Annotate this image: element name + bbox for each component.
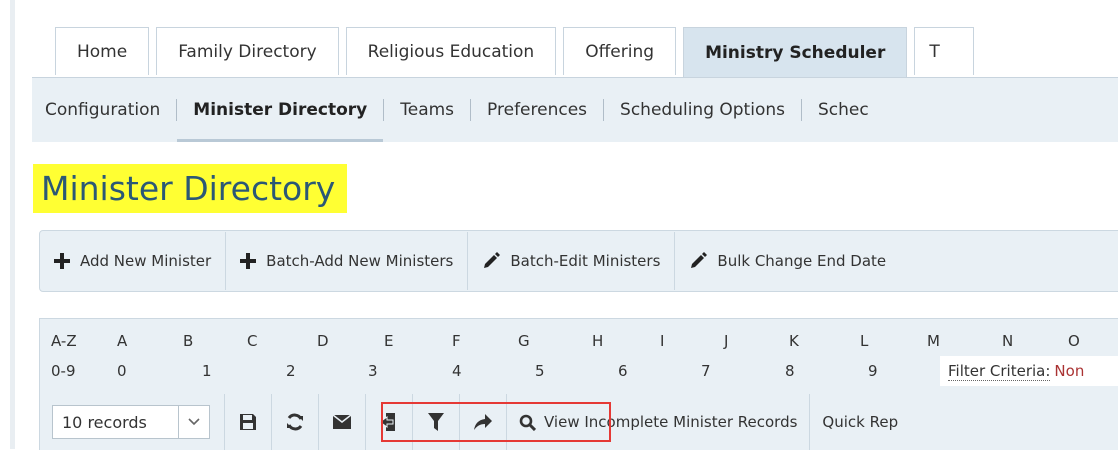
filter-criteria-label: Filter Criteria: (948, 361, 1051, 381)
plus-icon (240, 253, 257, 269)
sub-navigation: Configuration Minister Directory Teams P… (32, 77, 1118, 142)
tab-next-truncated[interactable]: T (914, 27, 975, 75)
alpha-filter-e[interactable]: E (384, 332, 393, 350)
alpha-filter-g[interactable]: G (518, 332, 530, 350)
tab-religious-education[interactable]: Religious Education (345, 27, 557, 75)
num-filter-2[interactable]: 2 (286, 362, 296, 380)
records-per-page-select[interactable]: 10 records (52, 405, 210, 439)
pencil-icon (691, 252, 708, 268)
filter-criteria: Filter Criteria: Non (940, 356, 1118, 386)
subnav-teams[interactable]: Teams (384, 78, 470, 142)
records-per-page-value: 10 records (62, 412, 147, 432)
num-filter-7[interactable]: 7 (701, 362, 711, 380)
num-filter-6[interactable]: 6 (618, 362, 628, 380)
save-icon (240, 414, 256, 430)
action-toolbar: Add New Minister Batch-Add New Ministers… (39, 230, 1118, 292)
alpha-filter-f[interactable]: F (452, 332, 461, 350)
quick-report-label: Quick Rep (822, 413, 899, 431)
tab-home[interactable]: Home (55, 27, 150, 75)
list-toolbar: 10 records View Incomplete Minister Reco… (40, 394, 1118, 450)
batch-edit-ministers-button[interactable]: Batch-Edit Ministers (468, 232, 676, 290)
quick-report-button[interactable]: Quick Rep (810, 394, 910, 450)
alpha-filter-d[interactable]: D (317, 332, 329, 350)
subnav-scheduling-options[interactable]: Scheduling Options (604, 78, 801, 142)
subnav-schedule-truncated[interactable]: Schec (802, 78, 885, 142)
alpha-filter-k[interactable]: K (789, 332, 799, 350)
batch-add-ministers-button[interactable]: Batch-Add New Ministers (226, 232, 469, 290)
alpha-filter-b[interactable]: B (183, 332, 193, 350)
envelope-icon (333, 415, 351, 429)
num-filter-0[interactable]: 0 (117, 362, 127, 380)
alpha-filter-m[interactable]: M (927, 332, 940, 350)
alpha-filter-a[interactable]: A (117, 332, 127, 350)
pencil-icon (484, 252, 501, 268)
bulk-change-label: Bulk Change End Date (717, 252, 887, 270)
add-new-minister-button[interactable]: Add New Minister (40, 232, 227, 290)
plus-icon (54, 253, 70, 269)
batch-edit-label: Batch-Edit Ministers (510, 252, 661, 270)
num-filter-9[interactable]: 9 (868, 362, 878, 380)
batch-add-label: Batch-Add New Ministers (266, 252, 454, 270)
refresh-button[interactable] (272, 394, 318, 450)
alpha-filter-o[interactable]: O (1068, 332, 1080, 350)
main-tabs: Home Family Directory Religious Educatio… (55, 27, 975, 78)
alpha-filter-h[interactable]: H (592, 332, 603, 350)
subnav-minister-directory[interactable]: Minister Directory (177, 78, 384, 142)
subnav-configuration[interactable]: Configuration (32, 78, 176, 142)
page-title: Minister Directory (33, 164, 348, 213)
num-filter-5[interactable]: 5 (535, 362, 545, 380)
alpha-filter-row: A-Z A B C D E F G H I J K L M N O (40, 326, 1118, 356)
add-new-minister-label: Add New Minister (80, 252, 212, 270)
num-filter-0-9[interactable]: 0-9 (51, 362, 76, 380)
alpha-filter-n[interactable]: N (1002, 332, 1013, 350)
num-filter-1[interactable]: 1 (202, 362, 212, 380)
alpha-filter-l[interactable]: L (860, 332, 868, 350)
alpha-filter-a-z[interactable]: A-Z (51, 332, 77, 350)
alpha-filter-c[interactable]: C (247, 332, 257, 350)
num-filter-8[interactable]: 8 (785, 362, 795, 380)
bulk-change-end-date-button[interactable]: Bulk Change End Date (675, 232, 900, 290)
page-content: Home Family Directory Religious Educatio… (15, 0, 1118, 450)
tab-family-directory[interactable]: Family Directory (156, 27, 339, 75)
alpha-filter-i[interactable]: I (660, 332, 664, 350)
num-filter-4[interactable]: 4 (452, 362, 462, 380)
alpha-filter-j[interactable]: J (724, 332, 728, 350)
directory-filter-panel: A-Z A B C D E F G H I J K L M N O 0-9 0 … (39, 318, 1118, 450)
numeric-filter-row: 0-9 0 1 2 3 4 5 6 7 8 9 (40, 356, 940, 386)
filter-criteria-value: Non (1054, 362, 1085, 380)
highlight-box (381, 402, 611, 442)
save-button[interactable] (225, 394, 271, 450)
tab-ministry-scheduler[interactable]: Ministry Scheduler (683, 27, 908, 78)
refresh-icon (287, 413, 303, 431)
subnav-preferences[interactable]: Preferences (471, 78, 603, 142)
email-button[interactable] (319, 394, 365, 450)
chevron-down-icon[interactable] (178, 406, 209, 438)
tab-offering[interactable]: Offering (563, 27, 677, 75)
num-filter-3[interactable]: 3 (368, 362, 378, 380)
